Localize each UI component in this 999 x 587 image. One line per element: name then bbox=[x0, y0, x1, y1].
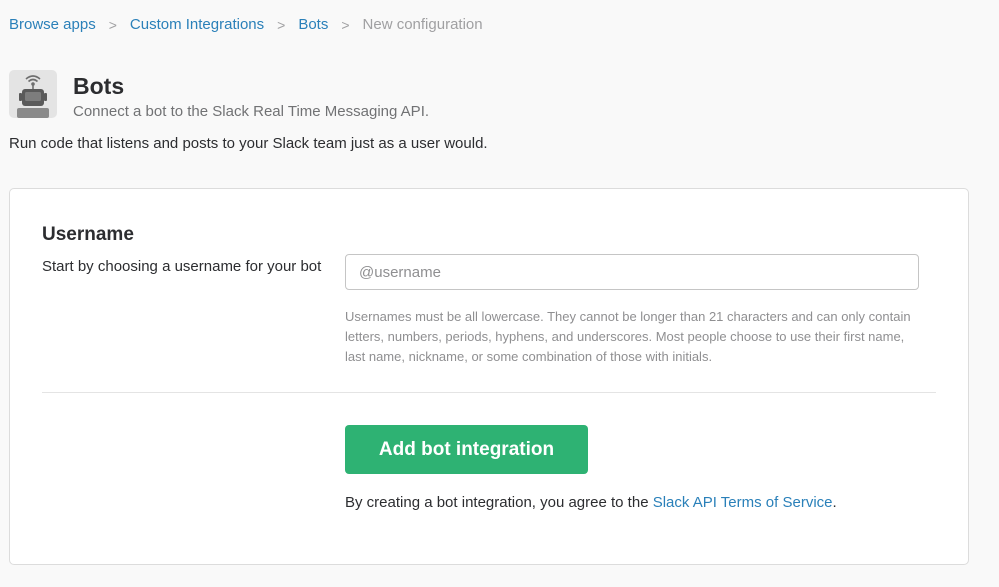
bot-icon bbox=[9, 70, 57, 118]
username-hint: Usernames must be all lowercase. They ca… bbox=[345, 309, 911, 364]
terms-text: By creating a bot integration, you agree… bbox=[345, 493, 837, 513]
breadcrumb-bots[interactable]: Bots bbox=[298, 15, 328, 35]
terms-of-service-link[interactable]: Slack API Terms of Service bbox=[653, 494, 833, 511]
app-header: Bots Connect a bot to the Slack Real Tim… bbox=[9, 70, 429, 122]
terms-suffix: . bbox=[832, 494, 837, 511]
breadcrumb-current: New configuration bbox=[362, 16, 483, 33]
breadcrumb-separator: > bbox=[341, 17, 350, 33]
page-subtitle: Connect a bot to the Slack Real Time Mes… bbox=[73, 103, 430, 120]
username-section-title: Username bbox=[42, 224, 134, 245]
divider bbox=[42, 392, 936, 393]
page-title: Bots bbox=[73, 73, 125, 99]
terms-prefix: By creating a bot integration, you agree… bbox=[345, 494, 653, 511]
configuration-card: Username Start by choosing a username fo… bbox=[9, 188, 969, 565]
breadcrumb: Browse apps > Custom Integrations > Bots… bbox=[9, 15, 483, 35]
app-titles: Bots Connect a bot to the Slack Real Tim… bbox=[73, 70, 429, 122]
app-description: Run code that listens and posts to your … bbox=[9, 135, 488, 152]
page: Browse apps > Custom Integrations > Bots… bbox=[0, 0, 999, 587]
username-section-help: Start by choosing a username for your bo… bbox=[42, 258, 322, 275]
username-input[interactable] bbox=[345, 254, 919, 290]
breadcrumb-separator: > bbox=[277, 17, 286, 33]
add-bot-integration-button[interactable]: Add bot integration bbox=[345, 425, 588, 474]
breadcrumb-browse-apps[interactable]: Browse apps bbox=[9, 15, 96, 35]
breadcrumb-custom-integrations[interactable]: Custom Integrations bbox=[130, 15, 264, 35]
breadcrumb-separator: > bbox=[108, 17, 117, 33]
